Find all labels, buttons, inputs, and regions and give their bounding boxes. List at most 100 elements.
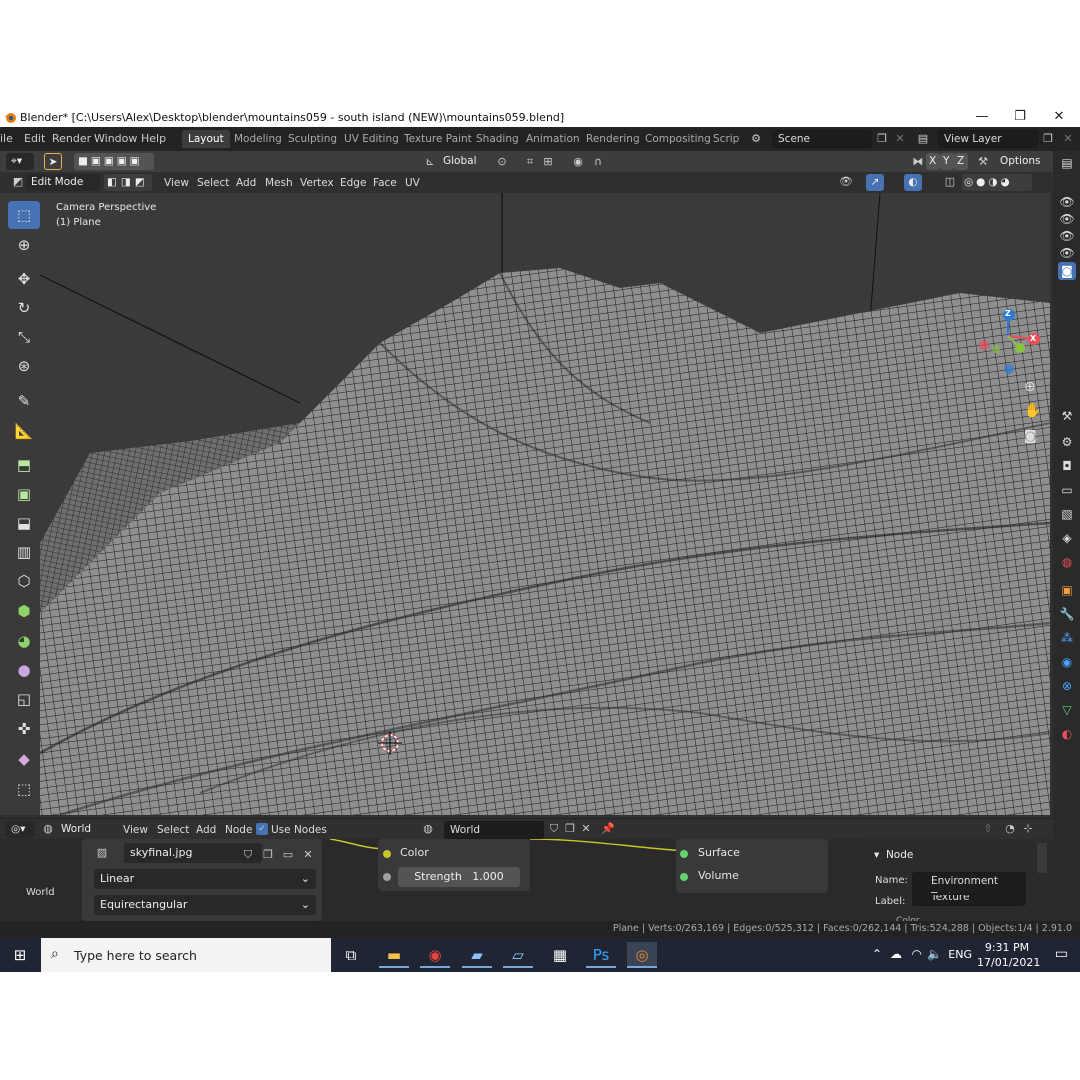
snap-mode-icon[interactable]: ⊹	[1020, 821, 1036, 837]
transform-orientation-icon[interactable]: ⊾	[422, 154, 438, 170]
tab-compositing[interactable]: Compositing	[639, 130, 717, 148]
loop-cut-tool-icon[interactable]: ▥	[8, 538, 40, 566]
menu-mesh[interactable]: Mesh	[265, 175, 293, 191]
outliner-eye-icon-3[interactable]: 👁	[1058, 227, 1076, 245]
app-icon-1[interactable]: ▰	[462, 942, 492, 968]
object-properties-icon[interactable]: ▣	[1058, 581, 1076, 599]
scene-icon[interactable]: ⚙	[748, 131, 764, 147]
mirror-z-button[interactable]: Z	[954, 153, 968, 170]
node-menu-select[interactable]: Select	[157, 822, 189, 838]
menu-help[interactable]: Help	[141, 132, 166, 145]
spin-tool-icon[interactable]: ◕	[8, 627, 40, 655]
output-properties-icon[interactable]: ▭	[1058, 481, 1076, 499]
visibility-icon[interactable]: 👁	[838, 174, 854, 190]
show-hidden-icons-icon[interactable]: ⌃	[872, 947, 882, 961]
poly-build-tool-icon[interactable]: ⬢	[8, 597, 40, 625]
network-icon[interactable]: ◠	[912, 947, 922, 961]
clock-date[interactable]: 17/01/2021	[977, 956, 1040, 969]
outliner-eye-icon-4[interactable]: 👁	[1058, 244, 1076, 262]
inset-tool-icon[interactable]: ▣	[8, 480, 40, 508]
menu-uv[interactable]: UV	[405, 175, 420, 191]
photoshop-icon[interactable]: Ps	[586, 942, 616, 968]
node-editor-type-button[interactable]: ◎▾	[6, 821, 34, 838]
camera-object-icon[interactable]: ◙	[1058, 262, 1076, 280]
world-name-field[interactable]: World	[444, 821, 544, 839]
3d-viewport[interactable]: Camera Perspective (1) Plane Z X ⊕ ✋ ◙	[0, 193, 1050, 815]
pin-icon[interactable]: 📌	[600, 821, 616, 837]
properties-editor-icon[interactable]: ▤	[1058, 154, 1076, 172]
outliner-eye-icon-2[interactable]: 👁	[1058, 210, 1076, 228]
tab-sculpting[interactable]: Sculpting	[282, 130, 343, 148]
scale-tool-icon[interactable]: ⤡	[8, 323, 40, 351]
view-layer-properties-icon[interactable]: ▧	[1058, 505, 1076, 523]
background-node[interactable]: Color Strength 1.000	[378, 839, 530, 891]
new-view-layer-icon[interactable]: ❐	[1040, 131, 1056, 147]
remove-view-layer-icon[interactable]: ✕	[1060, 131, 1076, 147]
gizmo-toggle-icon[interactable]: ↗	[866, 174, 884, 191]
overlay-toggle-icon[interactable]: ◐	[904, 174, 922, 191]
xray-icon[interactable]: ◫	[942, 174, 958, 190]
maximize-button[interactable]: ❐	[1001, 107, 1039, 127]
menu-vertex[interactable]: Vertex	[300, 175, 334, 191]
clock-time[interactable]: 9:31 PM	[977, 941, 1037, 954]
parent-node-tree-icon[interactable]: ⇧	[980, 821, 996, 837]
active-tool-icon[interactable]: ⚒	[1058, 407, 1076, 425]
material-properties-icon[interactable]: ◐	[1058, 725, 1076, 743]
extrude-tool-icon[interactable]: ⬒	[8, 451, 40, 479]
view-layer-field[interactable]: View Layer	[938, 130, 1038, 148]
file-explorer-icon[interactable]: ▬	[379, 942, 409, 968]
image-fake-user-icon[interactable]: ⛉	[240, 847, 256, 863]
measure-tool-icon[interactable]: 📐	[8, 417, 40, 445]
windows-start-icon[interactable]: ⊞	[5, 942, 35, 968]
tab-rendering[interactable]: Rendering	[580, 130, 646, 148]
node-menu-node[interactable]: Node	[225, 822, 252, 838]
remove-scene-icon[interactable]: ✕	[892, 131, 908, 147]
new-scene-icon[interactable]: ❐	[874, 131, 890, 147]
tab-layout[interactable]: Layout	[182, 130, 230, 148]
select-tool-icon[interactable]: ➤	[44, 153, 62, 170]
menu-window[interactable]: Window	[94, 132, 137, 145]
node-label-field[interactable]	[912, 893, 1026, 895]
taskbar-search[interactable]: ⌕ Type here to search	[41, 938, 331, 972]
rotate-tool-icon[interactable]: ↻	[8, 294, 40, 322]
onedrive-icon[interactable]: ☁	[890, 947, 902, 961]
smooth-tool-icon[interactable]: ●	[8, 656, 40, 684]
node-panel-scrollbar[interactable]	[1037, 843, 1047, 873]
use-nodes-checkbox[interactable]: ✓	[256, 823, 268, 835]
move-tool-icon[interactable]: ✥	[8, 265, 40, 293]
menu-edge[interactable]: Edge	[340, 175, 366, 191]
unlink-world-icon[interactable]: ✕	[578, 821, 594, 837]
menu-add[interactable]: Add	[236, 175, 256, 191]
tab-uv-editing[interactable]: UV Editing	[338, 130, 405, 148]
modifier-properties-icon[interactable]: 🔧	[1058, 605, 1076, 623]
image-open-folder-icon[interactable]: ▭	[280, 847, 296, 863]
options-wrench-icon[interactable]: ⚒	[975, 154, 991, 170]
select-box-tool-icon[interactable]: ⬚	[8, 201, 40, 229]
tab-texture-paint[interactable]: Texture Paint	[398, 130, 478, 148]
cursor-tool-icon[interactable]: ⊕	[8, 231, 40, 259]
image-unlink-icon[interactable]: ✕	[300, 847, 316, 863]
duplicate-world-icon[interactable]: ❐	[562, 821, 578, 837]
view-layer-icon[interactable]: ▤	[915, 131, 931, 147]
calculator-icon[interactable]: ▦	[545, 942, 575, 968]
editor-type-button[interactable]: ⌖▾	[6, 153, 34, 170]
node-menu-add[interactable]: Add	[196, 822, 216, 838]
surface-input-socket[interactable]	[680, 850, 688, 858]
strength-field[interactable]: Strength 1.000	[398, 867, 520, 887]
snap-target-icon[interactable]: ⊞	[540, 154, 556, 170]
constraints-properties-icon[interactable]: ⊗	[1058, 677, 1076, 695]
volume-input-socket[interactable]	[680, 873, 688, 881]
menu-face[interactable]: Face	[373, 175, 397, 191]
menu-select[interactable]: Select	[197, 175, 229, 191]
node-name-field[interactable]: Environment Texture	[912, 872, 1026, 906]
node-canvas[interactable]: ▨ skyfinal.jpg ⛉ ❐ ▭ ✕ Linear ⌄ Equirecta…	[0, 839, 866, 921]
edge-slide-tool-icon[interactable]: ◱	[8, 685, 40, 713]
options-dropdown[interactable]: Options	[995, 153, 1049, 170]
tab-shading[interactable]: Shading	[470, 130, 525, 148]
environment-texture-node[interactable]: ▨ skyfinal.jpg ⛉ ❐ ▭ ✕ Linear ⌄ Equirecta…	[82, 839, 322, 921]
mirror-y-button[interactable]: Y	[940, 153, 954, 170]
tool-settings-icon[interactable]: ⚙	[1058, 433, 1076, 451]
menu-view[interactable]: View	[164, 175, 189, 191]
camera-icon[interactable]: ◙	[1024, 429, 1037, 444]
vertex-edge-face-buttons[interactable]: ◧◨◩	[104, 174, 152, 191]
